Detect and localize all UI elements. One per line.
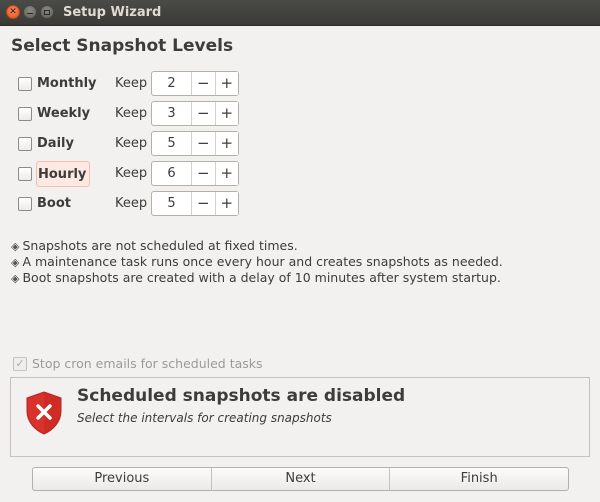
weekly-increment-button[interactable]: + xyxy=(214,102,238,125)
diamond-bullet-icon: ◈ xyxy=(11,272,20,285)
info-text: Boot snapshots are created with a delay … xyxy=(22,270,501,285)
boot-label[interactable]: Boot xyxy=(37,196,71,211)
monthly-keep-spinner: 2 − + xyxy=(151,71,239,96)
weekly-label[interactable]: Weekly xyxy=(37,106,90,121)
status-panel: Scheduled snapshots are disabled Select … xyxy=(10,377,590,457)
finish-button[interactable]: Finish xyxy=(389,468,568,490)
stop-cron-emails-label: Stop cron emails for scheduled tasks xyxy=(32,356,263,371)
level-row-hourly: Hourly Keep 6 − + xyxy=(0,161,600,187)
minimize-window-button[interactable] xyxy=(23,5,37,19)
daily-increment-button[interactable]: + xyxy=(214,132,238,155)
monthly-keep-value[interactable]: 2 xyxy=(152,72,191,95)
daily-keep-label: Keep xyxy=(115,136,148,151)
weekly-decrement-button[interactable]: − xyxy=(191,102,215,125)
daily-checkbox[interactable] xyxy=(18,137,32,151)
close-window-button[interactable]: ✕ xyxy=(6,5,20,19)
status-subtitle: Select the intervals for creating snapsh… xyxy=(77,411,332,425)
weekly-keep-spinner: 3 − + xyxy=(151,101,239,126)
monthly-increment-button[interactable]: + xyxy=(214,72,238,95)
boot-keep-value[interactable]: 5 xyxy=(152,192,191,215)
diamond-bullet-icon: ◈ xyxy=(11,240,20,253)
level-row-boot: Boot Keep 5 − + xyxy=(0,191,600,217)
level-row-daily: Daily Keep 5 − + xyxy=(0,131,600,157)
title-bar: ✕ Setup Wizard xyxy=(0,0,600,26)
next-button[interactable]: Next xyxy=(210,468,390,490)
weekly-keep-label: Keep xyxy=(115,106,148,121)
close-icon: ✕ xyxy=(9,6,17,17)
maximize-window-button[interactable] xyxy=(40,5,54,19)
hourly-keep-label: Keep xyxy=(115,166,148,181)
monthly-checkbox[interactable] xyxy=(18,77,32,91)
minimize-icon xyxy=(27,12,33,14)
daily-decrement-button[interactable]: − xyxy=(191,132,215,155)
error-shield-icon xyxy=(26,391,62,435)
hourly-checkbox[interactable] xyxy=(18,167,32,181)
boot-decrement-button[interactable]: − xyxy=(191,192,215,215)
window-title: Setup Wizard xyxy=(63,5,162,20)
hourly-label[interactable]: Hourly xyxy=(36,161,90,187)
info-line: ◈ Snapshots are not scheduled at fixed ti… xyxy=(11,238,298,253)
wizard-navigation: Previous Next Finish xyxy=(32,467,569,491)
maximize-icon xyxy=(44,9,50,15)
previous-button[interactable]: Previous xyxy=(33,468,211,490)
info-text: Snapshots are not scheduled at fixed tim… xyxy=(22,238,298,253)
info-text: A maintenance task runs once every hour … xyxy=(22,254,503,269)
boot-keep-label: Keep xyxy=(115,196,148,211)
info-line: ◈ Boot snapshots are created with a delay… xyxy=(11,270,501,285)
hourly-increment-button[interactable]: + xyxy=(214,162,238,185)
daily-label[interactable]: Daily xyxy=(37,136,74,151)
diamond-bullet-icon: ◈ xyxy=(11,256,20,269)
weekly-keep-value[interactable]: 3 xyxy=(152,102,191,125)
monthly-keep-label: Keep xyxy=(115,76,148,91)
monthly-label[interactable]: Monthly xyxy=(37,76,97,91)
hourly-decrement-button[interactable]: − xyxy=(191,162,215,185)
page-title: Select Snapshot Levels xyxy=(11,36,234,56)
boot-checkbox[interactable] xyxy=(18,197,32,211)
hourly-keep-spinner: 6 − + xyxy=(151,161,239,186)
level-row-weekly: Weekly Keep 3 − + xyxy=(0,101,600,127)
boot-keep-spinner: 5 − + xyxy=(151,191,239,216)
boot-increment-button[interactable]: + xyxy=(214,192,238,215)
daily-keep-value[interactable]: 5 xyxy=(152,132,191,155)
hourly-keep-value[interactable]: 6 xyxy=(152,162,191,185)
level-row-monthly: Monthly Keep 2 − + xyxy=(0,71,600,97)
status-title: Scheduled snapshots are disabled xyxy=(77,386,406,406)
info-line: ◈ A maintenance task runs once every hour… xyxy=(11,254,503,269)
stop-cron-emails-checkbox: ✓ xyxy=(13,357,27,371)
daily-keep-spinner: 5 − + xyxy=(151,131,239,156)
monthly-decrement-button[interactable]: − xyxy=(191,72,215,95)
weekly-checkbox[interactable] xyxy=(18,107,32,121)
